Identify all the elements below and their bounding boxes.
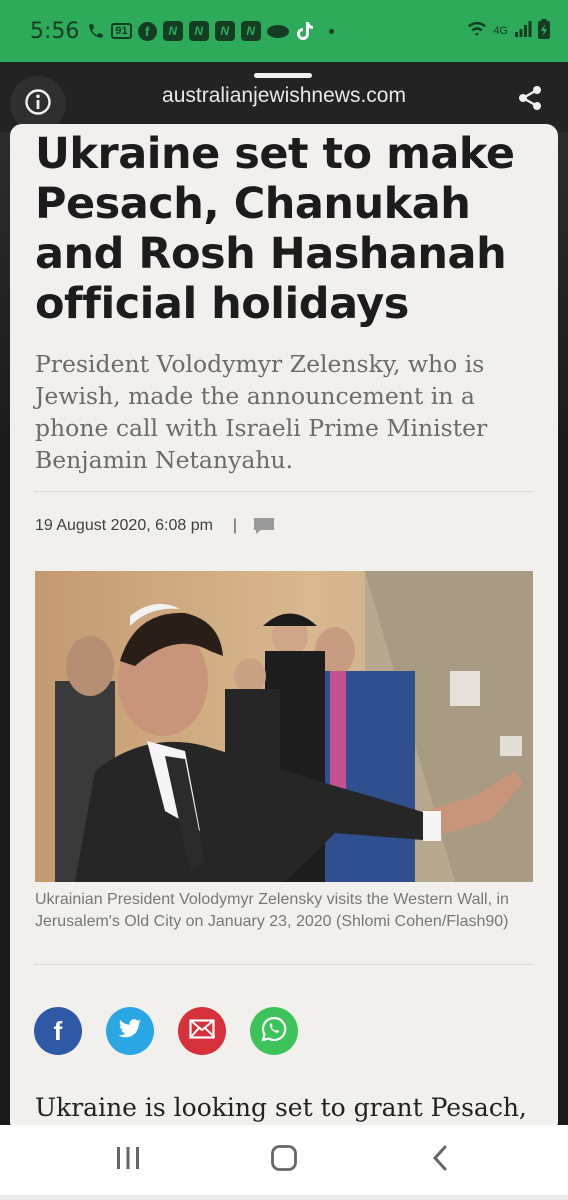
n-app-icon: N xyxy=(162,21,183,41)
dot-icon xyxy=(328,28,334,34)
divider xyxy=(35,964,533,965)
home-icon xyxy=(270,1144,298,1177)
email-share-button[interactable] xyxy=(178,1007,226,1055)
divider xyxy=(35,491,533,492)
battery-icon xyxy=(538,18,550,44)
n-app-icon: N xyxy=(214,21,235,41)
share-button[interactable] xyxy=(512,82,548,118)
comment-icon[interactable] xyxy=(253,517,275,535)
whatsapp-icon xyxy=(261,1016,287,1047)
network-icon: 4G xyxy=(493,25,508,37)
article-standfirst: President Volodymyr Zelensky, who is Jew… xyxy=(35,350,488,474)
facebook-share-button[interactable]: f xyxy=(34,1007,82,1055)
share-icon xyxy=(516,84,544,117)
publish-date: 19 August 2020, 6:08 pm xyxy=(35,517,213,534)
n-app-icon: N xyxy=(240,21,261,41)
article-meta: 19 August 2020, 6:08 pm | xyxy=(35,514,275,538)
recents-button[interactable] xyxy=(98,1135,158,1185)
home-button[interactable] xyxy=(254,1135,314,1185)
article-headline: Ukraine set to make Pesach, Chanukah and… xyxy=(35,129,515,329)
url-display[interactable]: australianjewishnews.com xyxy=(140,84,428,108)
status-bar: 5:56 91 f N N N N 4G xyxy=(0,0,568,62)
status-time: 5:56 xyxy=(30,18,80,44)
mail-icon xyxy=(189,1018,216,1044)
article-body: Ukraine is looking set to grant Pesach, xyxy=(35,1093,527,1122)
recents-icon xyxy=(115,1146,141,1175)
phone-icon xyxy=(87,22,105,40)
twitter-share-button[interactable] xyxy=(106,1007,154,1055)
n-app-icon: N xyxy=(188,21,209,41)
tiktok-icon xyxy=(295,20,315,42)
photo-caption: Ukrainian President Volodymyr Zelensky v… xyxy=(35,891,509,930)
wifi-icon xyxy=(467,20,487,43)
browser-toolbar: australianjewishnews.com xyxy=(0,62,568,132)
meta-separator: | xyxy=(232,517,238,534)
article-card: Ukraine set to make Pesach, Chanukah and… xyxy=(10,124,558,1134)
whatsapp-share-button[interactable] xyxy=(250,1007,298,1055)
info-icon xyxy=(24,88,52,121)
navigation-bar xyxy=(0,1125,568,1195)
cloud-icon xyxy=(266,24,289,38)
back-button[interactable] xyxy=(410,1135,470,1185)
badge-icon: 91 xyxy=(111,23,132,39)
share-buttons: f xyxy=(34,1007,298,1055)
drag-handle[interactable] xyxy=(254,73,312,78)
signal-icon xyxy=(514,20,532,42)
article-photo xyxy=(35,571,533,882)
facebook-icon: f xyxy=(53,1015,63,1046)
bottom-strip xyxy=(0,1195,568,1200)
twitter-icon xyxy=(118,1018,142,1044)
facebook-notification-icon: f xyxy=(137,21,157,41)
back-icon xyxy=(430,1144,450,1177)
